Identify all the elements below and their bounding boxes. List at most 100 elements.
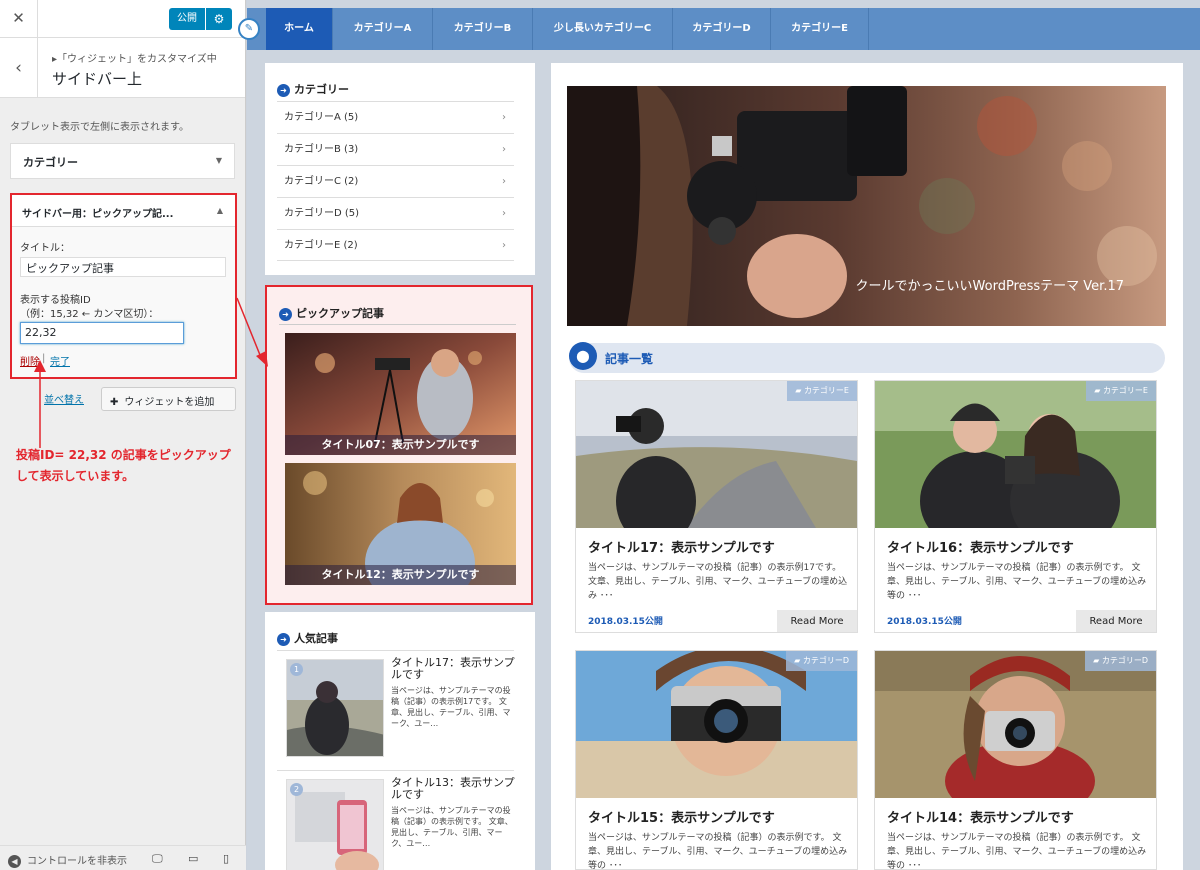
nav-item-home[interactable]: ホーム <box>266 8 333 50</box>
category-link-a[interactable]: カテゴリーA (5) › <box>277 101 514 133</box>
card-title[interactable]: タイトル14：表示サンプルです <box>887 807 1074 826</box>
plus-icon: ✚ <box>110 397 119 408</box>
customizer-footer: ◀ コントロールを非表示 🖵 ▭ ▯ <box>0 845 246 870</box>
main-content: クールでかっこいいWordPressテーマ Ver.17 ⬤ 記事一覧 ▰ カテ… <box>551 63 1183 870</box>
edit-pencil-icon[interactable]: ✎ <box>238 18 260 40</box>
annotation-line-1: 投稿ID= 22,32 の記事をピックアップ <box>16 448 231 462</box>
hero-caption: クールでかっこいいWordPressテーマ Ver.17 <box>855 279 1124 294</box>
rank-badge: 1 <box>290 663 303 676</box>
article-card-3[interactable]: ▰ カテゴリーD タイトル15：表示サンプルです 当ページは、サンプルテーマの投… <box>575 650 858 870</box>
section-title: サイドバー上 <box>52 70 143 88</box>
customizer-panel: ✕ 公開 ⚙ ‹ ▸「ウィジェット」をカスタマイズ中 サイドバー上 タブレット表… <box>0 0 246 870</box>
arrow-circle-icon: ➜ <box>279 307 292 321</box>
widget-category-label: カテゴリー <box>23 156 78 169</box>
hide-controls-label[interactable]: コントロールを非表示 <box>27 856 127 867</box>
title-input[interactable]: ピックアップ記事 <box>20 257 226 277</box>
popular-item-2[interactable]: 2 タイトル13：表示サンプルです 当ページは、サンプルテーマの投稿（記事）の表… <box>277 770 516 870</box>
pickup-caption-1: タイトル07：表示サンプルです <box>285 435 516 455</box>
card-image-4 <box>875 651 1156 798</box>
read-more-button[interactable]: Read More <box>777 610 857 632</box>
category-widget-title-text: カテゴリー <box>294 83 349 96</box>
card-excerpt: 当ページは、サンプルテーマの投稿（記事）の表示例17です。 文章、見出し、テーブ… <box>588 563 848 601</box>
card-title[interactable]: タイトル17：表示サンプルです <box>588 537 775 556</box>
widget-pickup-header[interactable]: サイドバー用：ピックアップ記... ▲ <box>12 195 235 227</box>
category-link-c[interactable]: カテゴリーC (2) › <box>277 165 514 197</box>
pickup-caption-2: タイトル12：表示サンプルです <box>285 565 516 585</box>
category-link-e[interactable]: カテゴリーE (2) › <box>277 229 514 261</box>
article-card-1[interactable]: ▰ カテゴリーE タイトル17：表示サンプルです 当ページは、サンプルテーマの投… <box>575 380 858 633</box>
chevron-right-icon: › <box>502 112 506 123</box>
rank-badge: 2 <box>290 783 303 796</box>
card-excerpt: 当ページは、サンプルテーマの投稿（記事）の表示例です。 文章、見出し、テーブル、… <box>887 833 1147 870</box>
category-badge[interactable]: ▰ カテゴリーE <box>787 381 857 401</box>
chevron-right-icon: › <box>502 208 506 219</box>
card-image-2 <box>875 381 1156 528</box>
card-title[interactable]: タイトル15：表示サンプルです <box>588 807 775 826</box>
category-badge-label: カテゴリーE <box>1102 386 1148 395</box>
widget-category[interactable]: カテゴリー ▼ <box>10 143 235 179</box>
card-excerpt: 当ページは、サンプルテーマの投稿（記事）の表示例です。 文章、見出し、テーブル、… <box>588 833 848 870</box>
collapse-icon[interactable]: ◀ <box>8 855 21 868</box>
nav-item-category-b[interactable]: カテゴリーB <box>433 8 533 50</box>
pickup-item-1[interactable]: タイトル07：表示サンプルです <box>285 333 516 455</box>
category-widget-title: ➜ カテゴリー <box>277 81 349 97</box>
back-arrow-icon[interactable]: ‹ <box>0 38 38 98</box>
card-image-3 <box>576 651 857 798</box>
category-badge-label: カテゴリーE <box>803 386 849 395</box>
category-badge-label: カテゴリーD <box>1101 656 1148 665</box>
category-link-b[interactable]: カテゴリーB (3) › <box>277 133 514 165</box>
nav-item-category-c[interactable]: 少し長いカテゴリーC <box>533 8 673 50</box>
category-link-label: カテゴリーE (2) <box>284 240 358 251</box>
read-more-button[interactable]: Read More <box>1076 610 1156 632</box>
category-link-label: カテゴリーC (2) <box>284 176 359 187</box>
site-preview: ✎ ホーム カテゴリーA カテゴリーB 少し長いカテゴリーC カテゴリーD カテ… <box>238 0 1200 870</box>
category-link-label: カテゴリーD (5) <box>284 208 360 219</box>
hero-image[interactable]: クールでかっこいいWordPressテーマ Ver.17 <box>567 86 1166 326</box>
article-list-title: 記事一覧 <box>605 352 654 366</box>
pickup-item-2[interactable]: タイトル12：表示サンプルです <box>285 463 516 585</box>
desktop-preview-icon[interactable]: 🖵 <box>152 852 163 866</box>
add-widget-button[interactable]: ✚ ウィジェットを追加 <box>101 387 236 411</box>
section-description: タブレット表示で左側に表示されます。 <box>10 122 189 133</box>
popular-title[interactable]: タイトル17：表示サンプルです <box>391 657 516 681</box>
mobile-preview-icon[interactable]: ▯ <box>223 852 229 865</box>
pickup-widget-title: ➜ ピックアップ記事 <box>279 305 384 321</box>
article-card-2[interactable]: ▰ カテゴリーE タイトル16：表示サンプルです 当ページは、サンプルテーマの投… <box>874 380 1157 633</box>
caret-down-icon: ▼ <box>215 156 222 165</box>
ids-hint: （例：15,32 ← カンマ区切）： <box>20 309 159 320</box>
popular-item-1[interactable]: 1 タイトル17：表示サンプルです 当ページは、サンプルテーマの投稿（記事）の表… <box>277 650 516 760</box>
category-widget: ➜ カテゴリー カテゴリーA (5) › カテゴリーB (3) › カテゴリーC (2… <box>265 63 535 275</box>
category-badge[interactable]: ▰ カテゴリーD <box>1085 651 1156 671</box>
annotation-arrow-right <box>236 297 268 367</box>
article-card-4[interactable]: ▰ カテゴリーD タイトル14：表示サンプルです 当ページは、サンプルテーマの投… <box>874 650 1157 870</box>
widget-pickup: サイドバー用：ピックアップ記... ▲ タイトル： ピックアップ記事 表示する投… <box>10 193 237 379</box>
reorder-link[interactable]: 並べ替え <box>44 391 84 406</box>
tablet-preview-icon[interactable]: ▭ <box>188 852 198 865</box>
popular-widget-title-text: 人気記事 <box>294 632 338 645</box>
popular-title[interactable]: タイトル13：表示サンプルです <box>391 777 516 801</box>
category-link-label: カテゴリーB (3) <box>284 144 359 155</box>
customizer-topbar: ✕ 公開 ⚙ <box>0 0 245 38</box>
nav-item-category-d[interactable]: カテゴリーD <box>673 8 771 50</box>
annotation-line-2: して表示しています。 <box>16 469 135 483</box>
done-link[interactable]: 完了 <box>50 353 70 368</box>
card-image-1 <box>576 381 857 528</box>
category-link-d[interactable]: カテゴリーD (5) › <box>277 197 514 229</box>
category-badge[interactable]: ▰ カテゴリーD <box>786 651 857 671</box>
global-nav: ✎ ホーム カテゴリーA カテゴリーB 少し長いカテゴリーC カテゴリーD カテ… <box>238 8 1200 50</box>
popular-widget-title: ➜ 人気記事 <box>277 630 338 646</box>
popular-thumb-1: 1 <box>286 659 384 757</box>
nav-item-category-e[interactable]: カテゴリーE <box>771 8 869 50</box>
card-title[interactable]: タイトル16：表示サンプルです <box>887 537 1074 556</box>
post-ids-input[interactable]: 22,32 <box>20 322 184 344</box>
publish-button[interactable]: 公開 <box>169 8 205 30</box>
category-link-label: カテゴリーA (5) <box>284 112 359 123</box>
breadcrumb: ▸「ウィジェット」をカスタマイズ中 <box>52 54 217 65</box>
close-icon[interactable]: ✕ <box>0 0 38 38</box>
gear-icon[interactable]: ⚙ <box>206 8 232 30</box>
title-label: タイトル： <box>20 243 70 254</box>
caret-up-icon: ▲ <box>216 206 223 215</box>
category-badge[interactable]: ▰ カテゴリーE <box>1086 381 1156 401</box>
nav-item-category-a[interactable]: カテゴリーA <box>333 8 433 50</box>
arrow-circle-icon: ➜ <box>277 83 290 97</box>
